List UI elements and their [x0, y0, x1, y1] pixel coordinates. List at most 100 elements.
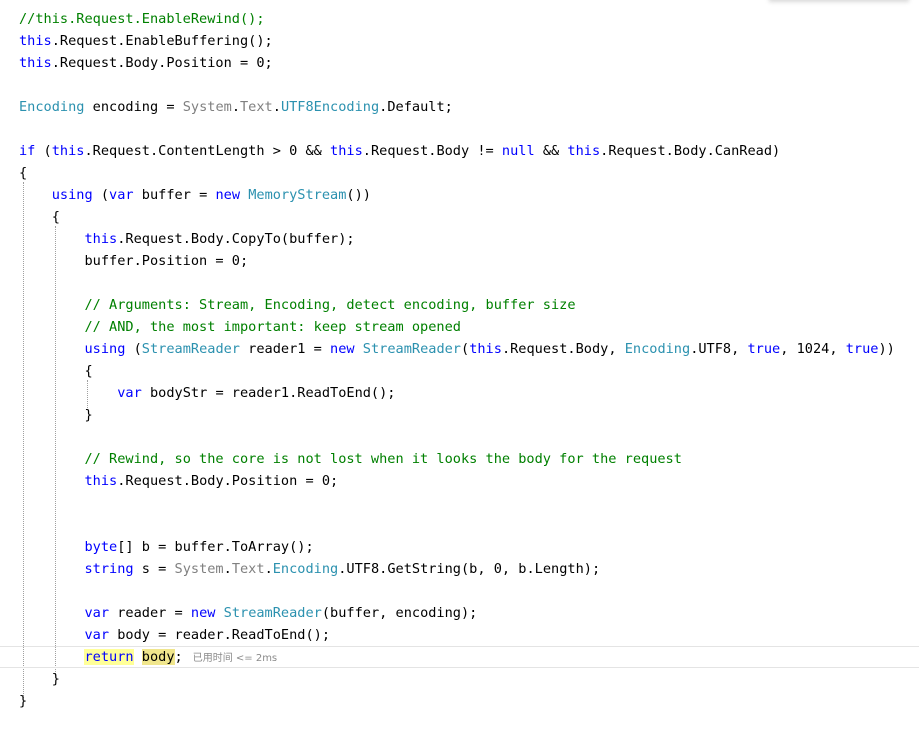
code-line[interactable]: [0, 272, 919, 294]
code-token: this: [19, 33, 52, 49]
code-line[interactable]: byte[] b = buffer.ToArray();: [0, 536, 919, 558]
code-token: UTF8Encoding: [280, 99, 380, 115]
code-line[interactable]: {: [0, 162, 919, 184]
code-line[interactable]: using (var buffer = new MemoryStream()): [0, 184, 919, 206]
code-line[interactable]: // Rewind, so the core is not lost when …: [0, 448, 919, 470]
code-line[interactable]: {: [0, 360, 919, 382]
code-text: }: [19, 668, 60, 690]
code-token: // Arguments: Stream, Encoding, detect e…: [84, 297, 576, 313]
code-text: using (var buffer = new MemoryStream()): [19, 184, 371, 206]
code-text: {: [19, 360, 93, 382]
code-line[interactable]: Encoding encoding = System.Text.UTF8Enco…: [0, 96, 919, 118]
code-token: new: [330, 341, 355, 357]
code-text: var bodyStr = reader1.ReadToEnd();: [19, 382, 395, 404]
code-editor[interactable]: //this.Request.EnableRewind(); this.Reque…: [0, 0, 919, 731]
code-line[interactable]: using (StreamReader reader1 = new Stream…: [0, 338, 919, 360]
code-line[interactable]: if (this.Request.ContentLength > 0 && th…: [0, 140, 919, 162]
code-line[interactable]: [0, 492, 919, 514]
code-text: {: [19, 206, 60, 228]
code-token: this: [19, 55, 52, 71]
code-token: .Default;: [379, 99, 453, 115]
code-line[interactable]: var body = reader.ReadToEnd();: [0, 624, 919, 646]
code-text: var body = reader.ReadToEnd();: [19, 624, 330, 646]
code-token: buffer =: [133, 187, 216, 203]
code-text: this.Request.EnableBuffering();: [19, 30, 273, 52]
code-token: new: [215, 187, 241, 203]
code-line[interactable]: return body; 已用时间 <= 2ms: [0, 646, 919, 668]
code-text: Encoding encoding = System.Text.UTF8Enco…: [19, 96, 453, 118]
code-line[interactable]: string s = System.Text.Encoding.UTF8.Get…: [0, 558, 919, 580]
code-text: string s = System.Text.Encoding.UTF8.Get…: [19, 558, 600, 580]
code-line[interactable]: [0, 118, 919, 140]
code-line[interactable]: [0, 580, 919, 602]
code-token: var: [109, 187, 134, 203]
code-token: (: [125, 341, 142, 357]
code-text: this.Request.Body.CopyTo(buffer);: [19, 228, 354, 250]
code-text: buffer.Position = 0;: [19, 250, 248, 272]
code-token: return: [84, 649, 134, 665]
code-token: buffer.Position = 0;: [19, 253, 249, 269]
code-token: (: [92, 187, 110, 203]
code-text: //this.Request.EnableRewind();: [19, 8, 265, 30]
code-line[interactable]: [0, 426, 919, 448]
code-text: this.Request.Body.Position = 0;: [19, 470, 338, 492]
code-line[interactable]: var reader = new StreamReader(buffer, en…: [0, 602, 919, 624]
code-token: .Request.EnableBuffering();: [51, 33, 273, 49]
code-token: new: [190, 605, 216, 621]
code-token: {: [19, 363, 93, 379]
code-line[interactable]: {: [0, 206, 919, 228]
code-token: Text: [240, 99, 273, 115]
code-line[interactable]: }: [0, 690, 919, 712]
code-token: [] b = buffer.ToArray();: [117, 539, 314, 555]
code-token: ;: [174, 649, 183, 665]
code-line[interactable]: buffer.Position = 0;: [0, 250, 919, 272]
code-line[interactable]: // AND, the most important: keep stream …: [0, 316, 919, 338]
code-line[interactable]: this.Request.Body.Position = 0;: [0, 470, 919, 492]
code-token: {: [19, 165, 28, 181]
code-token: this: [51, 143, 85, 159]
code-token: StreamReader: [223, 605, 322, 621]
code-text: return body; 已用时间 <= 2ms: [19, 647, 277, 669]
code-text: }: [19, 690, 27, 712]
code-line[interactable]: this.Request.Body.CopyTo(buffer);: [0, 228, 919, 250]
code-token: (: [35, 143, 52, 159]
code-token: .: [231, 99, 240, 115]
code-line[interactable]: var bodyStr = reader1.ReadToEnd();: [0, 382, 919, 404]
code-token: {: [19, 209, 60, 225]
code-token: .Request.ContentLength > 0 &&: [84, 143, 331, 159]
code-line[interactable]: }: [0, 668, 919, 690]
code-token: reader =: [109, 605, 191, 621]
code-line[interactable]: this.Request.Body.Position = 0;: [0, 52, 919, 74]
code-token: var: [84, 605, 110, 621]
code-text: // Arguments: Stream, Encoding, detect e…: [19, 294, 576, 316]
code-line[interactable]: [0, 514, 919, 536]
code-line[interactable]: [0, 74, 919, 96]
code-line[interactable]: //this.Request.EnableRewind();: [0, 8, 919, 30]
code-text: }: [19, 404, 92, 426]
code-token: this: [469, 341, 502, 357]
code-text: {: [19, 162, 27, 184]
code-token: ()): [346, 187, 371, 203]
code-text: // AND, the most important: keep stream …: [19, 316, 460, 338]
code-line[interactable]: this.Request.EnableBuffering();: [0, 30, 919, 52]
code-token: body: [141, 649, 175, 665]
code-token: (buffer, encoding);: [321, 605, 478, 621]
code-token: .UTF8,: [690, 341, 748, 357]
code-token: StreamReader: [141, 341, 240, 357]
code-line[interactable]: // Arguments: Stream, Encoding, detect e…: [0, 294, 919, 316]
code-token: .: [272, 99, 281, 115]
code-token: encoding =: [84, 99, 183, 115]
code-token: , 1024,: [780, 341, 846, 357]
code-line[interactable]: }: [0, 404, 919, 426]
code-token: Encoding: [624, 341, 691, 357]
